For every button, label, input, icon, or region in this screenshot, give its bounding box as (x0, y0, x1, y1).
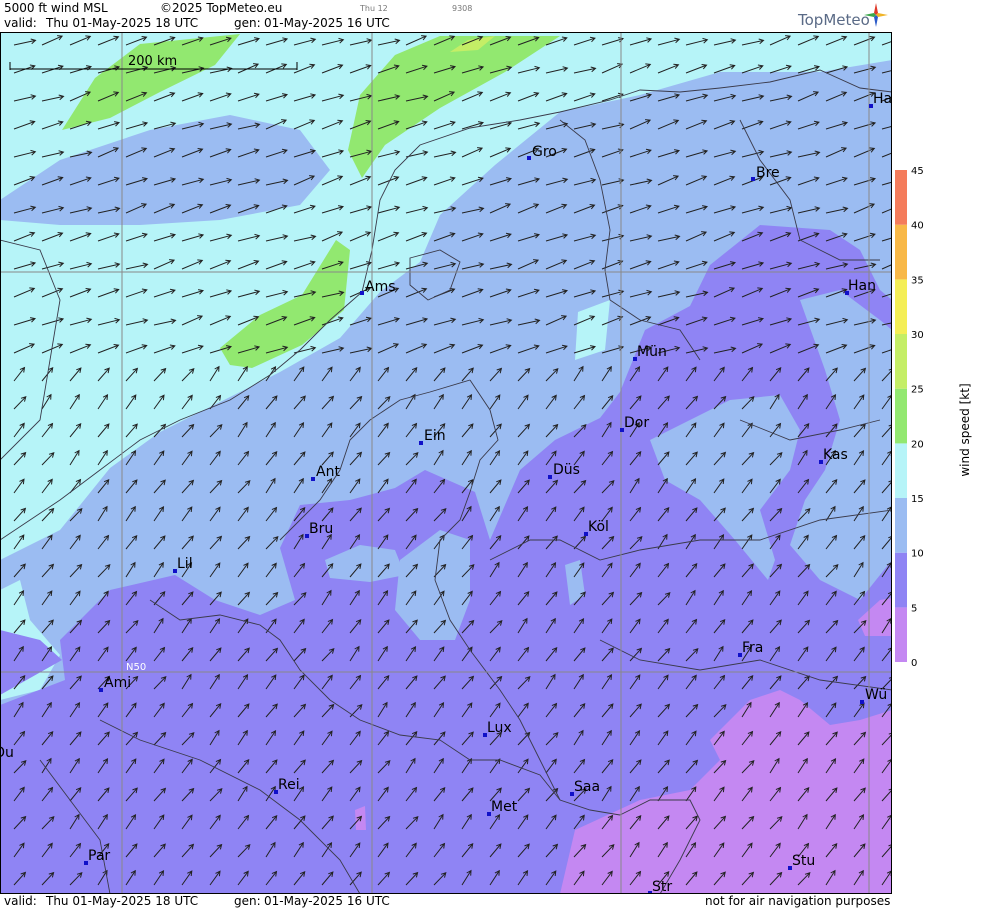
legend-colorbar: 0 5 10 15 20 25 30 35 40 45 wind speed [kt] (895, 166, 972, 669)
city-label: Mün (637, 344, 667, 360)
footer-valid-time: Thu 01-May-2025 18 UTC (46, 894, 199, 908)
latitude-label: N50 (126, 662, 146, 673)
day-tag: Thu 12 (360, 4, 388, 13)
city-label: Köl (588, 519, 609, 535)
legend-tick-label: 30 (911, 330, 924, 341)
city-marker (548, 475, 552, 479)
product-title: 5000 ft wind MSL (4, 1, 108, 15)
footer-valid-label: valid: (4, 894, 37, 908)
wind-map: 200 km N50 Gro Bre Ha Ams Han Mün Ein Do… (0, 32, 892, 894)
city-label: Lil (177, 556, 193, 572)
legend-tick-label: 25 (911, 385, 924, 396)
city-marker (751, 177, 755, 181)
gen-time: 01-May-2025 16 UTC (264, 16, 390, 30)
topmeteo-logo-text: TopMeteo (798, 11, 870, 29)
city-label: Ant (316, 464, 340, 480)
legend-color-band (895, 443, 907, 498)
legend-color-band (895, 224, 907, 280)
valid-time: Thu 01-May-2025 18 UTC (46, 16, 199, 30)
footer-bar: valid: Thu 01-May-2025 18 UTC gen: 01-Ma… (0, 894, 892, 909)
city-marker (99, 688, 103, 692)
city-label: Wü (865, 687, 887, 703)
gen-label: gen: (234, 16, 261, 30)
legend-color-band (895, 170, 907, 225)
footer-gen-label: gen: (234, 894, 261, 908)
legend-color-band (895, 334, 907, 389)
compass-star-icon (864, 3, 888, 27)
city-label: Par (88, 848, 110, 864)
city-label: Str (652, 879, 672, 894)
city-label: Han (848, 278, 876, 294)
legend-tick-label: 10 (911, 549, 924, 560)
city-label: Dor (624, 415, 649, 431)
city-label: Ou (0, 745, 14, 761)
city-label: Ams (365, 279, 396, 295)
city-label: Fra (742, 640, 763, 656)
scale-label: 200 km (128, 54, 177, 69)
legend-tick-label: 35 (911, 275, 924, 286)
wind-speed-legend: 0 5 10 15 20 25 30 35 40 45 wind speed [kt] (893, 160, 983, 680)
city-label: Met (491, 799, 518, 815)
legend-tick-label: 5 (911, 603, 917, 614)
legend-tick-label: 0 (911, 658, 917, 669)
city-label: Bru (309, 521, 333, 537)
copyright: ©2025 TopMeteo.eu (160, 1, 283, 15)
legend-color-band (895, 498, 907, 553)
city-label: Gro (532, 144, 557, 160)
legend-tick-label: 15 (911, 494, 924, 505)
city-marker (360, 291, 364, 295)
legend-color-band (895, 279, 907, 334)
legend-tick-label: 20 (911, 439, 924, 450)
city-label: Stu (792, 853, 815, 869)
city-label: Saa (574, 779, 600, 795)
city-marker (419, 441, 423, 445)
city-label: Rei (278, 777, 300, 793)
legend-color-band (895, 552, 907, 608)
legend-color-band (895, 388, 907, 444)
city-label: Bre (756, 165, 780, 181)
legend-tick-label: 40 (911, 221, 924, 232)
city-marker (527, 156, 531, 160)
city-marker (311, 477, 315, 481)
valid-label: valid: (4, 16, 37, 30)
run-code: 9308 (452, 4, 473, 13)
city-label: Lux (487, 720, 512, 736)
city-marker (860, 700, 864, 704)
legend-tick-label: 45 (911, 166, 924, 177)
header-bar: 5000 ft wind MSL ©2025 TopMeteo.eu Thu 1… (0, 0, 892, 32)
disclaimer: not for air navigation purposes (705, 894, 891, 908)
city-label: Ami (104, 675, 131, 691)
footer-gen-time: 01-May-2025 16 UTC (264, 894, 390, 908)
legend-title: wind speed [kt] (958, 383, 972, 476)
city-label: Ha (873, 91, 892, 107)
city-label: Kas (823, 447, 848, 463)
city-label: Ein (424, 428, 446, 444)
city-label: Düs (553, 462, 580, 478)
legend-color-band (895, 607, 907, 662)
